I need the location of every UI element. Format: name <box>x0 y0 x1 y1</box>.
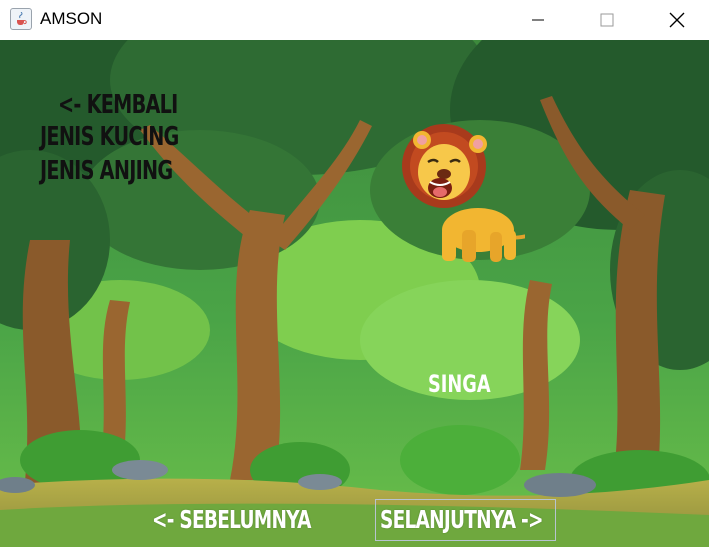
lion-icon <box>400 122 546 271</box>
title-bar: AMSON <box>0 0 709 40</box>
maximize-icon <box>600 13 614 27</box>
back-link[interactable]: <- KEMBALI <box>58 92 178 118</box>
close-button[interactable] <box>654 0 700 40</box>
app-window: AMSON <- KEMBALI JENIS KUCING JENIS ANJI… <box>0 0 709 547</box>
close-icon <box>669 12 685 28</box>
next-button-label: SELANJUTNYA -> <box>380 505 544 534</box>
cat-types-link[interactable]: JENIS KUCING <box>40 124 179 150</box>
maximize-button[interactable] <box>584 0 630 40</box>
next-button[interactable]: SELANJUTNYA -> <box>375 499 556 541</box>
minimize-icon <box>532 19 544 21</box>
window-title: AMSON <box>40 9 103 28</box>
forest-background: <- KEMBALI JENIS KUCING JENIS ANJING SIN… <box>0 40 709 547</box>
dog-types-link[interactable]: JENIS ANJING <box>40 158 173 184</box>
minimize-button[interactable] <box>515 0 561 40</box>
animal-name-label: SINGA <box>428 370 491 398</box>
java-app-icon <box>10 8 32 30</box>
previous-button[interactable]: <- SEBELUMNYA <box>152 507 311 532</box>
